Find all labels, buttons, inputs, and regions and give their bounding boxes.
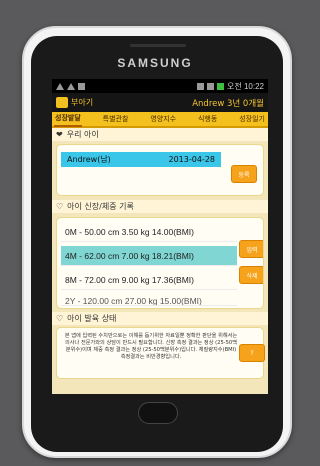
app-screen: 오전 10:22 부아기 Andrew 3년 0개월 성장발달 특별관찰 영양지…: [52, 79, 268, 394]
section-title: 우리 아이: [66, 130, 99, 139]
tab-growth-diary[interactable]: 성장일기: [238, 112, 266, 126]
heart-filled-icon: ❤: [56, 130, 63, 139]
warning-icon: [67, 82, 75, 90]
tab-bar: 성장발달 특별관찰 영양지수 식행동 성장일기: [52, 112, 268, 128]
child-birthdate: 2013-04-28: [168, 155, 216, 164]
input-button[interactable]: 입력: [239, 240, 263, 258]
heart-outline-icon: ♡: [56, 202, 64, 211]
records-panel: 0M - 50.00 cm 3.50 kg 14.00(BMI) 4M - 62…: [56, 217, 264, 309]
section-title: 아이 신장/체중 기록: [67, 202, 134, 211]
section-header: ♡ 아이 신장/체중 기록: [52, 200, 268, 213]
record-row[interactable]: 8M - 72.00 cm 9.00 kg 17.36(BMI): [61, 270, 237, 290]
signal-icon: [207, 82, 215, 90]
record-row[interactable]: 0M - 50.00 cm 3.50 kg 14.00(BMI): [61, 222, 237, 242]
status-bar: 오전 10:22: [52, 79, 268, 93]
heart-outline-icon: ♡: [56, 314, 64, 323]
home-button[interactable]: [138, 402, 178, 424]
notification-icon: [78, 82, 85, 90]
speaker-grille: [130, 44, 186, 47]
section-header: ♡ 아이 발육 상태: [52, 312, 268, 325]
child-name: Andrew(남): [67, 155, 111, 164]
app-logo-icon: [56, 97, 68, 108]
main-content: ❤ 우리 아이 Andrew(남) 2013-04-28 등록 ♡ 아이 신장/…: [52, 128, 268, 394]
battery-icon: [217, 82, 225, 90]
status-time: 오전 10:22: [227, 81, 264, 91]
register-button[interactable]: 등록: [231, 165, 257, 183]
record-row[interactable]: 2Y - 120.00 cm 27.00 kg 15.00(BMI): [61, 296, 237, 306]
tab-nutrition[interactable]: 영양지수: [149, 112, 177, 126]
section-title: 아이 발육 상태: [67, 314, 117, 323]
tab-eating-behavior[interactable]: 식행동: [197, 112, 218, 126]
sync-icon: [197, 82, 205, 90]
help-button[interactable]: ?: [239, 344, 265, 362]
app-title: 부아기: [71, 98, 94, 107]
record-row[interactable]: 4M - 62.00 cm 7.00 kg 18.21(BMI): [61, 246, 237, 266]
development-panel: 본 앱에 입력된 수치만으로는 이해를 돕기위한 자료일뿐 정확한 판단을 위해…: [56, 327, 265, 379]
development-note: 본 앱에 입력된 수치만으로는 이해를 돕기위한 자료일뿐 정확한 판단을 위해…: [64, 333, 238, 360]
warning-icon: [56, 82, 64, 90]
section-header: ❤ 우리 아이: [52, 128, 268, 141]
app-title-bar: 부아기 Andrew 3년 0개월: [52, 93, 268, 112]
tab-special-observation[interactable]: 특별관찰: [102, 112, 130, 126]
brand-logo: SAMSUNG: [117, 56, 193, 70]
child-row[interactable]: Andrew(남) 2013-04-28: [61, 152, 221, 167]
children-panel: Andrew(남) 2013-04-28 등록: [56, 144, 264, 196]
tab-growth[interactable]: 성장발달: [54, 111, 82, 127]
current-child-info: Andrew 3년 0개월: [192, 98, 264, 109]
delete-button[interactable]: 삭제: [239, 266, 263, 284]
